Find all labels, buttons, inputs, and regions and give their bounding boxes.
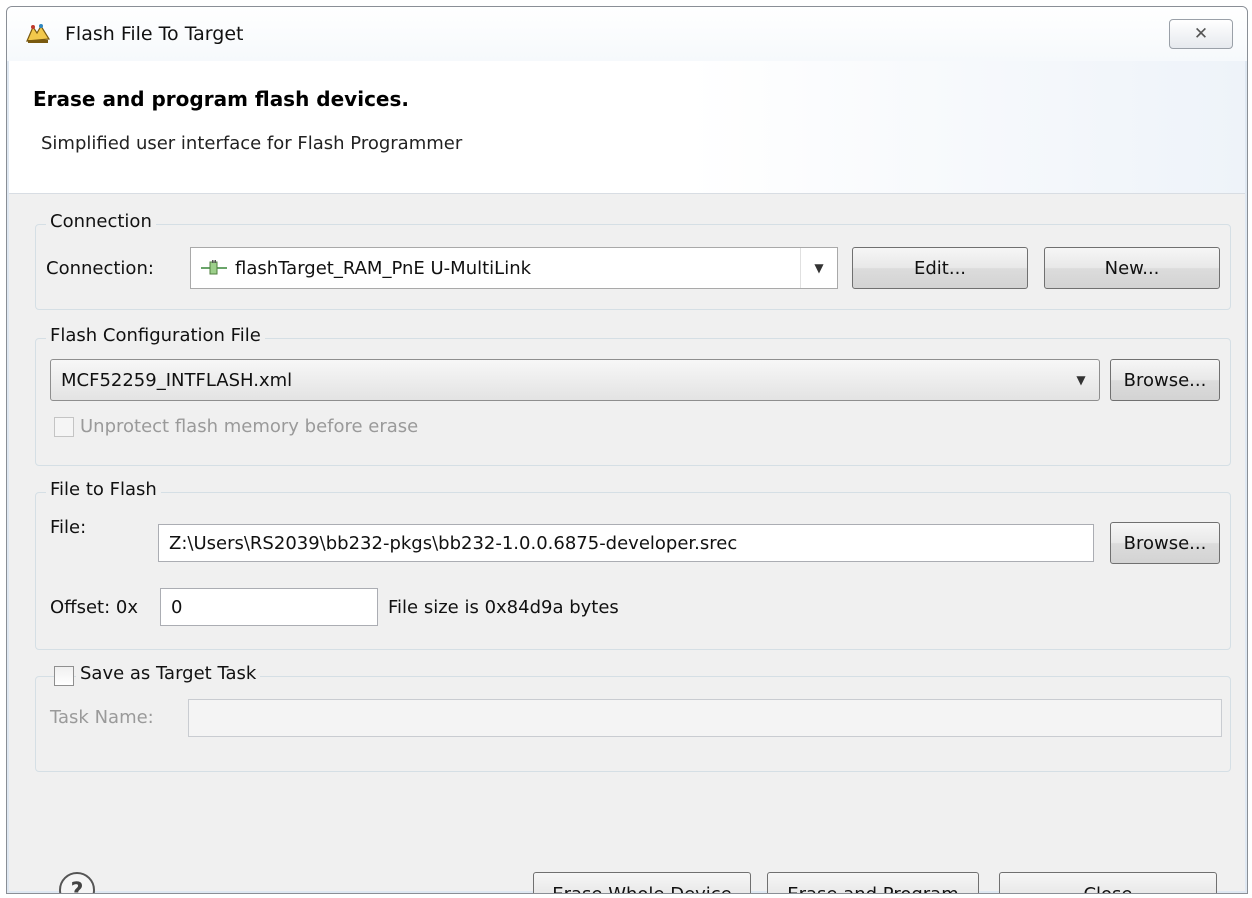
flash-programmer-icon [26,24,51,43]
connection-plug-icon [201,260,227,275]
erase-and-program-button[interactable]: Erase and Program [767,872,979,893]
save-as-target-task-label: Save as Target Task [76,663,261,684]
browse-file-button[interactable]: Browse... [1110,522,1220,564]
file-path-input[interactable]: Z:\Users\RS2039\bb232-pkgs\bb232-1.0.0.6… [158,524,1094,562]
window-title: Flash File To Target [65,23,244,45]
flash-config-group: Flash Configuration File MCF52259_INTFLA… [35,325,1231,466]
task-name-label: Task Name: [50,707,154,728]
help-icon[interactable]: ? [57,870,97,894]
browse-flash-config-button[interactable]: Browse... [1110,359,1220,401]
banner-title: Erase and program flash devices. [33,87,409,111]
offset-label: Offset: 0x [50,597,138,618]
chevron-down-icon[interactable]: ▼ [800,248,837,288]
flash-config-select[interactable]: MCF52259_INTFLASH.xml ▼ [50,359,1100,401]
file-size-text: File size is 0x84d9a bytes [388,597,619,618]
banner-subtitle: Simplified user interface for Flash Prog… [41,133,463,154]
dialog-body: Connection Connection: flashTarget_RAM_P… [9,194,1245,894]
title-bar: Flash File To Target ✕ [7,7,1247,61]
window-close-button[interactable]: ✕ [1169,19,1233,49]
file-label: File: [50,517,87,538]
connection-group-legend: Connection [46,211,156,232]
connection-label: Connection: [46,258,154,279]
flash-file-dialog: Flash File To Target ✕ Erase and program… [6,6,1248,894]
save-as-target-task-checkbox[interactable] [54,666,74,686]
offset-input[interactable]: 0 [160,588,378,626]
svg-text:?: ? [71,879,84,894]
flash-config-group-legend: Flash Configuration File [46,325,265,346]
new-connection-button[interactable]: New... [1044,247,1220,289]
dialog-content: Erase and program flash devices. Simplif… [9,61,1245,894]
connection-select[interactable]: flashTarget_RAM_PnE U-MultiLink ▼ [190,247,838,289]
dialog-banner: Erase and program flash devices. Simplif… [9,61,1245,194]
erase-whole-device-button[interactable]: Erase Whole Device [533,872,751,893]
file-to-flash-group-legend: File to Flash [46,479,161,500]
target-task-group: Save as Target Task Task Name: [35,663,1231,772]
edit-connection-button[interactable]: Edit... [852,247,1028,289]
close-icon: ✕ [1193,24,1209,44]
chevron-down-icon[interactable]: ▼ [1063,360,1099,400]
unprotect-flash-label: Unprotect flash memory before erase [80,416,419,437]
unprotect-flash-checkbox[interactable] [54,417,74,437]
file-to-flash-group: File to Flash File: Z:\Users\RS2039\bb23… [35,479,1231,650]
connection-group: Connection Connection: flashTarget_RAM_P… [35,211,1231,310]
flash-config-selected-value: MCF52259_INTFLASH.xml [61,369,293,391]
task-name-input[interactable] [188,699,1222,737]
connection-selected-value: flashTarget_RAM_PnE U-MultiLink [235,257,532,279]
close-button[interactable]: Close [999,872,1217,893]
